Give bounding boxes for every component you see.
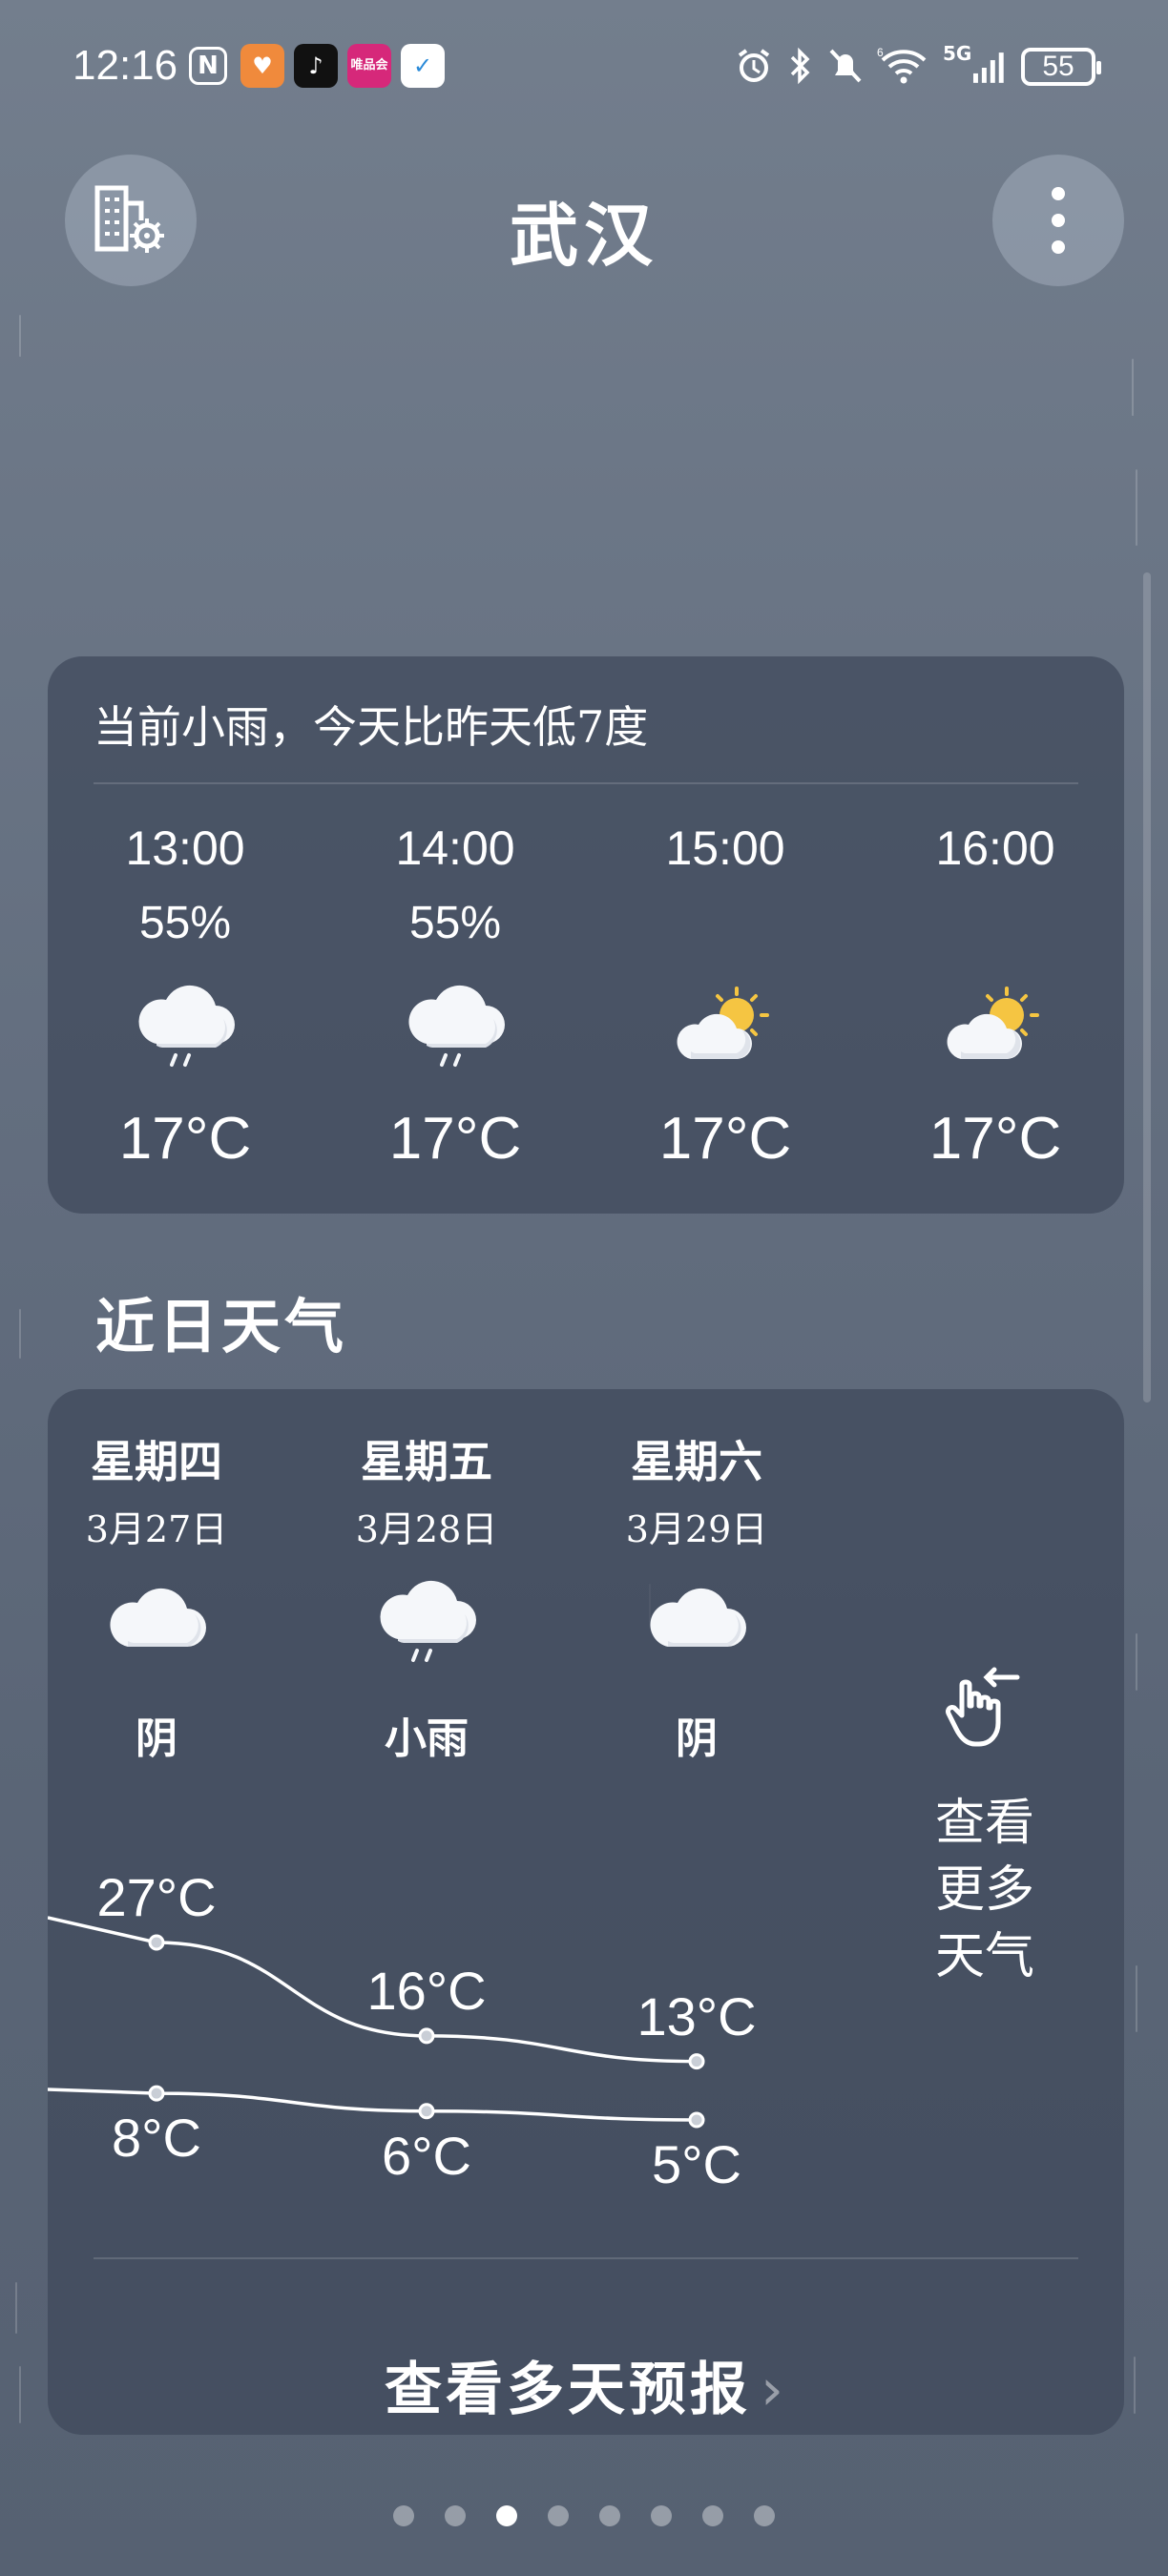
partly-sunny-icon <box>677 987 769 1059</box>
high-temp-line-point <box>148 1934 165 1951</box>
recent-weather-card: 星期四 3月27日阴星期五 3月28日 小雨 星期六 3月29日阴 查看更多天气 27°C… <box>48 1389 1124 2435</box>
nfc-icon: N <box>189 47 227 85</box>
weather-summary: 当前小雨，今天比昨天低7度 <box>94 701 649 753</box>
svg-text:6: 6 <box>877 47 884 59</box>
partly-sunny-icon <box>947 987 1039 1059</box>
page-indicator[interactable] <box>0 2505 1168 2526</box>
page-dot[interactable] <box>445 2505 466 2526</box>
hour-time: 16:00 <box>935 821 1055 875</box>
hour-temperature: 17°C <box>928 1106 1062 1172</box>
mute-icon <box>826 44 865 88</box>
bluetooth-icon <box>784 44 815 88</box>
low-temp-line-point <box>688 2111 705 2129</box>
wifi-icon: 6 <box>876 44 931 88</box>
hour-time: 13:00 <box>125 821 245 875</box>
hour-temperature: 17°C <box>118 1106 252 1172</box>
high-temp-line-point <box>688 2053 705 2070</box>
hour-temperature: 17°C <box>658 1106 792 1172</box>
more-menu-button[interactable] <box>992 155 1124 286</box>
page-dot[interactable] <box>599 2505 620 2526</box>
vip-app-icon: 唯品会 <box>347 44 391 88</box>
battery-indicator: 55 <box>1021 48 1101 86</box>
precipitation-probability: 55% <box>138 898 232 948</box>
page-dot[interactable] <box>393 2505 414 2526</box>
bird-app-icon: ✓ <box>401 44 445 88</box>
high-temp-label: 27°C <box>96 1867 217 1927</box>
status-bar: 12:16 N ♥ ♪ 唯品会 ✓ 6 5G 55 <box>0 0 1168 134</box>
low-temp-line-point <box>148 2085 165 2102</box>
high-temp-label: 16°C <box>366 1960 487 2021</box>
page-dot[interactable] <box>754 2505 775 2526</box>
chevron-right-icon: › <box>761 2357 787 2423</box>
scrollbar[interactable] <box>1143 572 1151 1402</box>
precipitation-probability: 55% <box>408 898 502 948</box>
multi-day-forecast-button[interactable]: 查看多天预报 › <box>48 2343 1124 2426</box>
low-temp-line-point <box>418 2103 435 2120</box>
hourly-forecast-card: 当前小雨，今天比昨天低7度 13:00 55% 17°C 14:00 55% 17°C 15… <box>48 656 1124 1214</box>
page-dot[interactable] <box>651 2505 672 2526</box>
page-dot[interactable] <box>702 2505 723 2526</box>
light-rain-icon <box>138 985 235 1067</box>
hour-time: 15:00 <box>665 821 785 875</box>
low-temp-label: 6°C <box>382 2125 471 2186</box>
high-temp-line-point <box>418 2027 435 2045</box>
light-rain-icon <box>408 985 505 1067</box>
health-app-icon: ♥ <box>240 44 284 88</box>
divider <box>94 2257 1078 2259</box>
more-menu-icon <box>1052 187 1065 254</box>
low-temp-label: 5°C <box>652 2134 741 2194</box>
page-dot[interactable] <box>548 2505 569 2526</box>
page-dot-active[interactable] <box>496 2505 517 2526</box>
low-temp-label: 8°C <box>112 2108 201 2169</box>
hour-time: 14:00 <box>395 821 515 875</box>
alarm-icon <box>733 44 775 88</box>
multi-day-forecast-label: 查看多天预报 <box>385 2357 751 2423</box>
high-temp-label: 13°C <box>636 1985 757 2046</box>
divider <box>94 782 1078 784</box>
section-title-recent-weather: 近日天气 <box>95 1292 348 1361</box>
status-time: 12:16 <box>73 42 178 89</box>
signal-icon: 5G <box>943 42 1010 88</box>
tiktok-icon: ♪ <box>294 44 338 88</box>
hour-temperature: 17°C <box>388 1106 522 1172</box>
